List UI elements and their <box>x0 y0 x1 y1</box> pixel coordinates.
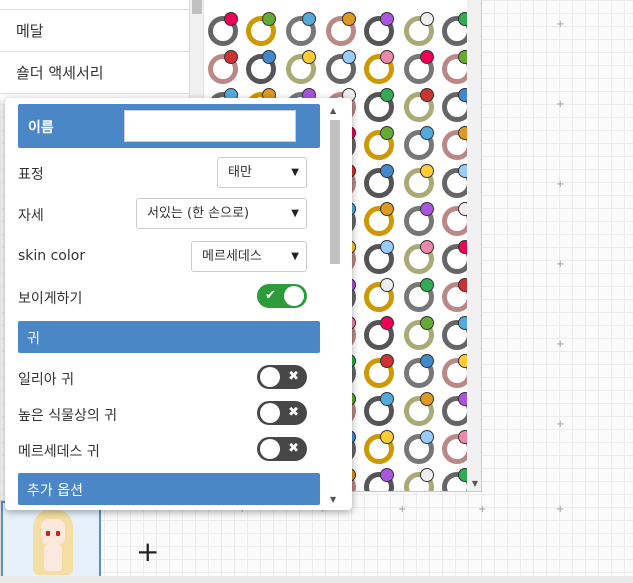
horizontal-scrollbar[interactable] <box>0 576 633 583</box>
ring-gem-icon <box>380 12 394 26</box>
ring-gem-icon <box>420 126 434 140</box>
expression-row: 표정 태만 ▼ <box>18 156 320 190</box>
skin-color-label: skin color <box>18 248 86 264</box>
character-properties-panel: 이름 표정 태만 ▼ 자세 서있는 (한 손으로) ▼ skin color 메… <box>5 98 352 510</box>
expression-label: 표정 <box>18 167 44 183</box>
high-flora-ear-label: 높은 식물상의 귀 <box>18 408 118 424</box>
ring-gem-icon <box>420 164 434 178</box>
grid-marker: + <box>478 504 487 515</box>
ring-gem-icon <box>380 126 394 140</box>
elf-ear-toggle[interactable]: ✖ <box>257 365 307 389</box>
ring-gem-icon <box>380 164 394 178</box>
item-grid-scrollbar[interactable]: ▼ <box>467 0 481 491</box>
ring-gem-icon <box>420 88 434 102</box>
elf-ear-label: 일리아 귀 <box>18 372 74 388</box>
ring-gem-icon <box>380 468 394 482</box>
ring-gem-icon <box>420 278 434 292</box>
expression-select[interactable]: 태만 ▼ <box>217 157 307 188</box>
extra-options-section-label: 추가 옵션 <box>27 483 83 499</box>
high-flora-ear-toggle[interactable]: ✖ <box>257 401 307 425</box>
ring-gem-icon <box>420 240 434 254</box>
ring-gem-icon <box>380 202 394 216</box>
ears-section-header[interactable]: 귀 <box>18 321 320 353</box>
name-label: 이름 <box>28 120 54 136</box>
expression-value: 태만 <box>228 165 252 180</box>
grid-marker: + <box>556 339 565 350</box>
grid-marker: + <box>556 259 565 270</box>
pose-value: 서있는 (한 손으로) <box>147 206 250 221</box>
mercedes-ear-toggle[interactable]: ✖ <box>257 437 307 461</box>
category-item-medal[interactable]: 메달 <box>0 10 189 52</box>
ring-gem-icon <box>420 12 434 26</box>
category-list: 메달 숄더 액세서리 <box>0 0 190 100</box>
category-item[interactable] <box>0 0 189 10</box>
ring-gem-icon <box>420 430 434 444</box>
scroll-down-icon[interactable]: ▼ <box>330 495 336 504</box>
ring-gem-icon <box>380 392 394 406</box>
x-icon: ✖ <box>288 405 299 420</box>
properties-scrollbar[interactable]: ▲ ▼ <box>328 106 340 504</box>
skin-color-value: 메르세데스 <box>202 249 262 264</box>
ring-gem-icon <box>342 12 356 26</box>
grid-marker: + <box>556 19 565 30</box>
ring-gem-icon <box>420 392 434 406</box>
ring-gem-icon <box>380 88 394 102</box>
ring-gem-icon <box>420 354 434 368</box>
scroll-thumb[interactable] <box>330 120 340 264</box>
x-icon: ✖ <box>288 441 299 456</box>
grid-marker: + <box>556 99 565 110</box>
skin-color-row: skin color 메르세데스 ▼ <box>18 240 320 274</box>
pose-row: 자세 서있는 (한 손으로) ▼ <box>18 197 320 231</box>
mercedes-ear-row: 메르세데스 귀 ✖ <box>18 435 320 463</box>
ring-gem-icon <box>302 50 316 64</box>
character-thumbnail[interactable] <box>1 501 101 579</box>
ring-gem-icon <box>380 430 394 444</box>
check-icon: ✔ <box>265 288 276 303</box>
name-row: 이름 <box>18 104 320 148</box>
add-character-button[interactable]: + <box>136 534 159 570</box>
ring-gem-icon <box>342 50 356 64</box>
ring-gem-icon <box>380 354 394 368</box>
ring-gem-icon <box>224 12 238 26</box>
grid-marker: + <box>556 504 565 515</box>
chevron-down-icon: ▼ <box>291 208 299 219</box>
skin-color-select[interactable]: 메르세데스 ▼ <box>191 241 307 272</box>
name-input[interactable] <box>124 110 296 142</box>
visible-row: 보이게하기 ✔ <box>18 282 320 310</box>
extra-options-section-header[interactable]: 추가 옵션 <box>18 473 320 505</box>
character-strip <box>0 500 101 579</box>
visible-toggle[interactable]: ✔ <box>257 284 307 308</box>
ring-gem-icon <box>420 316 434 330</box>
ring-gem-icon <box>380 278 394 292</box>
ring-gem-icon <box>380 50 394 64</box>
chevron-down-icon: ▼ <box>291 167 299 178</box>
ring-gem-icon <box>380 316 394 330</box>
elf-ear-row: 일리아 귀 ✖ <box>18 363 320 391</box>
ring-gem-icon <box>224 50 238 64</box>
visible-label: 보이게하기 <box>18 291 83 307</box>
scroll-up-icon[interactable]: ▲ <box>330 106 336 115</box>
grid-marker: + <box>556 179 565 190</box>
ring-gem-icon <box>420 50 434 64</box>
x-icon: ✖ <box>288 369 299 384</box>
grid-marker: + <box>398 504 407 515</box>
category-item-shoulder-accessory[interactable]: 숄더 액세서리 <box>0 52 189 94</box>
ring-gem-icon <box>380 240 394 254</box>
ring-gem-icon <box>262 12 276 26</box>
ears-section-label: 귀 <box>27 331 40 347</box>
ring-gem-icon <box>420 468 434 482</box>
pose-select[interactable]: 서있는 (한 손으로) ▼ <box>136 198 307 229</box>
grid-marker: + <box>556 419 565 430</box>
mercedes-ear-label: 메르세데스 귀 <box>18 444 100 460</box>
ring-gem-icon <box>302 12 316 26</box>
pose-label: 자세 <box>18 208 44 224</box>
high-flora-ear-row: 높은 식물상의 귀 ✖ <box>18 399 320 427</box>
chevron-down-icon: ▼ <box>291 251 299 262</box>
ring-gem-icon <box>420 202 434 216</box>
ring-gem-icon <box>262 50 276 64</box>
